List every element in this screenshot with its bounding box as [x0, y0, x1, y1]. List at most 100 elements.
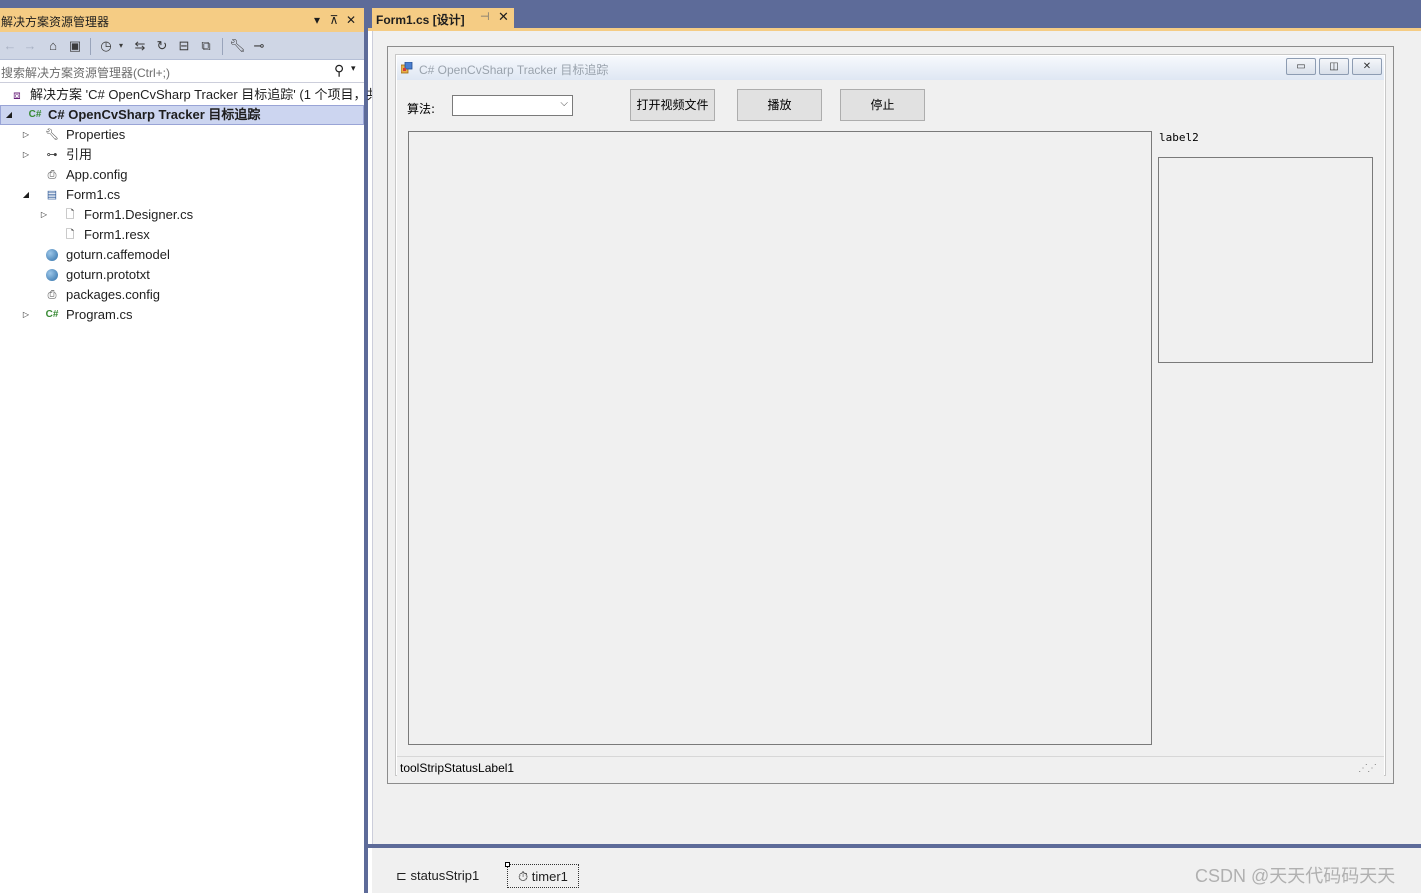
file-icon: 🗋︎: [65, 209, 75, 221]
csharp-file-icon: C#: [45, 309, 59, 320]
solution-explorer-panel: 解决方案资源管理器 ▾ ⊼ ✕ ← → ⌂ ▣ ◷ ▾ ⇆ ↻ ⊟ ⧉ 🔧︎ ⊸…: [0, 0, 380, 893]
tree-item-goturn-caffemodel[interactable]: goturn.caffemodel: [0, 245, 364, 265]
refresh-icon[interactable]: ↻: [154, 38, 170, 54]
document-tab-strip: [368, 0, 1421, 28]
file-icon: 🗋︎: [65, 229, 75, 241]
show-all-files-icon[interactable]: ⧉: [198, 38, 214, 54]
tree-item-label: Form1.resx: [84, 227, 150, 242]
algorithm-combobox[interactable]: ⌵: [452, 95, 573, 116]
panel-top-border: [0, 0, 364, 8]
tree-item-label: C# OpenCvSharp Tracker 目标追踪: [48, 107, 261, 122]
statusstrip-icon: ⊏: [396, 868, 407, 883]
tree-item-label: Form1.cs: [66, 187, 121, 202]
tray-item-label: statusStrip1: [410, 868, 480, 883]
status-strip[interactable]: toolStripStatusLabel1 ⋰⋰: [397, 756, 1384, 778]
collapsed-arrow-icon[interactable]: ▷: [21, 125, 31, 145]
tray-item-statusstrip[interactable]: ⊏ statusStrip1: [396, 864, 479, 888]
forward-icon[interactable]: →: [23, 38, 37, 54]
close-tab-icon[interactable]: ✕: [498, 9, 509, 25]
search-icon[interactable]: ⚲: [334, 62, 344, 79]
wrench-icon: 🔧︎: [45, 129, 59, 141]
tree-item-label: App.config: [66, 167, 128, 182]
switch-views-icon[interactable]: ▣: [66, 38, 84, 54]
maximize-icon[interactable]: ◫: [1319, 58, 1349, 75]
tree-item-form1-designer[interactable]: ▷ 🗋︎ Form1.Designer.cs: [0, 205, 364, 225]
tree-item-references[interactable]: ▷ ⊶ 引用: [0, 145, 364, 165]
tree-item-label: 解决方案 'C# OpenCvSharp Tracker 目标追踪' (1 个项…: [30, 87, 380, 102]
minimize-icon[interactable]: ▭: [1286, 58, 1316, 75]
search-input[interactable]: 搜索解决方案资源管理器(Ctrl+;): [1, 64, 170, 81]
tracking-picturebox[interactable]: [1158, 157, 1373, 363]
tray-item-label: timer1: [531, 869, 568, 884]
designed-form[interactable]: C# OpenCvSharp Tracker 目标追踪 ▭ ◫ ✕ 算法: ⌵ …: [387, 46, 1394, 784]
tree-item-properties[interactable]: ▷ 🔧︎ Properties: [0, 125, 364, 145]
pin-tab-icon[interactable]: ⊣: [480, 10, 490, 23]
tree-item-solution[interactable]: ⧈ 解决方案 'C# OpenCvSharp Tracker 目标追踪' (1 …: [0, 85, 379, 105]
form-client-area: 算法: ⌵ 打开视频文件 播放 停止 label2 toolStripStatu…: [397, 80, 1384, 778]
sync-icon[interactable]: ⇆: [132, 38, 148, 54]
solution-icon: ⧈: [13, 88, 21, 102]
chevron-down-icon[interactable]: ▾: [116, 38, 126, 54]
window-position-dropdown-icon[interactable]: ▾: [310, 13, 324, 27]
solution-explorer-titlebar: 解决方案资源管理器 ▾ ⊼ ✕: [0, 8, 364, 32]
selection-handle[interactable]: [505, 862, 510, 867]
video-picturebox[interactable]: [408, 131, 1152, 745]
tree-item-label: Form1.Designer.cs: [84, 207, 194, 222]
tree-item-label: Properties: [66, 127, 126, 142]
open-video-button[interactable]: 打开视频文件: [630, 89, 715, 121]
config-file-icon: ⎙: [47, 289, 57, 301]
form-titlebar: C# OpenCvSharp Tracker 目标追踪 ▭ ◫ ✕: [397, 56, 1384, 80]
properties-wrench-icon[interactable]: 🔧︎: [229, 38, 246, 54]
toolbar-divider: [222, 38, 223, 55]
stop-button[interactable]: 停止: [840, 89, 925, 121]
watermark: CSDN @天天代码码天天: [1195, 866, 1396, 886]
back-icon[interactable]: ←: [3, 38, 17, 54]
csharp-project-icon: C#: [28, 109, 42, 120]
tree-item-form1-resx[interactable]: 🗋︎ Form1.resx: [0, 225, 364, 245]
collapse-all-icon[interactable]: ⊟: [176, 38, 192, 54]
search-options-dropdown-icon[interactable]: ▾: [351, 63, 356, 74]
config-file-icon: ⎙: [47, 169, 57, 181]
timer-icon: ⏱: [518, 869, 529, 884]
form-icon: ▤: [46, 189, 58, 201]
collapsed-arrow-icon[interactable]: ▷: [21, 305, 31, 325]
solution-explorer-search[interactable]: 搜索解决方案资源管理器(Ctrl+;) ⚲ ▾: [0, 60, 364, 83]
play-button[interactable]: 播放: [737, 89, 822, 121]
pending-changes-filter-icon[interactable]: ◷: [98, 38, 114, 54]
close-icon[interactable]: ✕: [1352, 58, 1382, 75]
label2[interactable]: label2: [1159, 131, 1199, 144]
form-window: C# OpenCvSharp Tracker 目标追踪 ▭ ◫ ✕ 算法: ⌵ …: [395, 54, 1386, 778]
tree-item-form1-cs[interactable]: ◢ ▤ Form1.cs: [0, 185, 364, 205]
tab-label: Form1.cs [设计]: [376, 13, 465, 27]
resize-grip-icon[interactable]: ⋰⋰: [1358, 763, 1377, 774]
form-app-icon: [401, 62, 413, 74]
expanded-arrow-icon[interactable]: ◢: [21, 185, 31, 205]
references-icon: ⊶: [46, 149, 58, 161]
tree-item-label: Program.cs: [66, 307, 133, 322]
close-icon[interactable]: ✕: [344, 13, 358, 27]
status-label[interactable]: toolStripStatusLabel1: [400, 761, 514, 775]
tree-item-label: 引用: [66, 147, 93, 162]
expanded-arrow-icon[interactable]: ◢: [4, 105, 14, 125]
home-icon[interactable]: ⌂: [45, 38, 61, 54]
tree-item-label: goturn.prototxt: [66, 267, 150, 282]
tab-form1-designer[interactable]: Form1.cs [设计] ⊣ ✕: [372, 8, 514, 28]
globe-icon: [44, 265, 60, 285]
tree-item-program-cs[interactable]: ▷ C# Program.cs: [0, 305, 364, 325]
tree-item-goturn-prototxt[interactable]: goturn.prototxt: [0, 265, 364, 285]
chevron-down-icon[interactable]: ⌵: [560, 98, 568, 109]
tree-item-packages-config[interactable]: ⎙ packages.config: [0, 285, 364, 305]
tree-item-project[interactable]: ◢ C# C# OpenCvSharp Tracker 目标追踪: [0, 105, 364, 125]
solution-explorer-toolbar: ← → ⌂ ▣ ◷ ▾ ⇆ ↻ ⊟ ⧉ 🔧︎ ⊸: [0, 32, 364, 60]
pin-icon[interactable]: ⊼: [327, 13, 341, 27]
tree-item-app-config[interactable]: ⎙ App.config: [0, 165, 364, 185]
collapsed-arrow-icon[interactable]: ▷: [21, 145, 31, 165]
tray-item-timer[interactable]: ⏱ timer1: [505, 862, 579, 888]
form-title: C# OpenCvSharp Tracker 目标追踪: [419, 63, 609, 77]
algorithm-label: 算法:: [407, 102, 436, 116]
toolbar-divider: [90, 38, 91, 55]
preview-selected-icon[interactable]: ⊸: [250, 38, 268, 54]
collapsed-arrow-icon[interactable]: ▷: [39, 205, 49, 225]
tree-item-label: packages.config: [66, 287, 160, 302]
globe-icon: [44, 245, 60, 265]
